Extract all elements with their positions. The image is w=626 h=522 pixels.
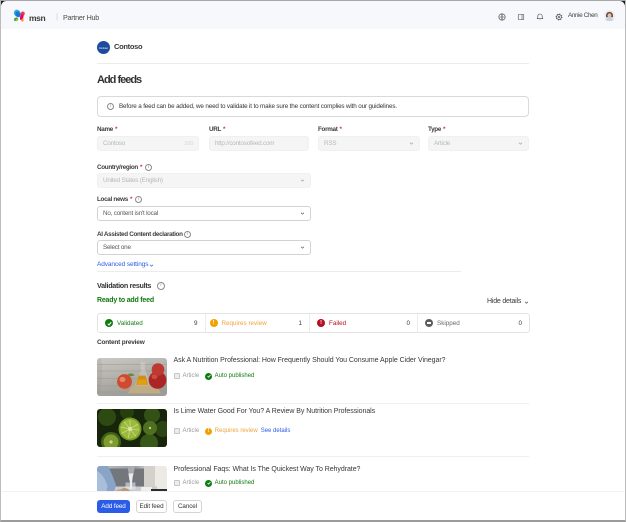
svg-text:Contoso: Contoso xyxy=(99,47,109,50)
